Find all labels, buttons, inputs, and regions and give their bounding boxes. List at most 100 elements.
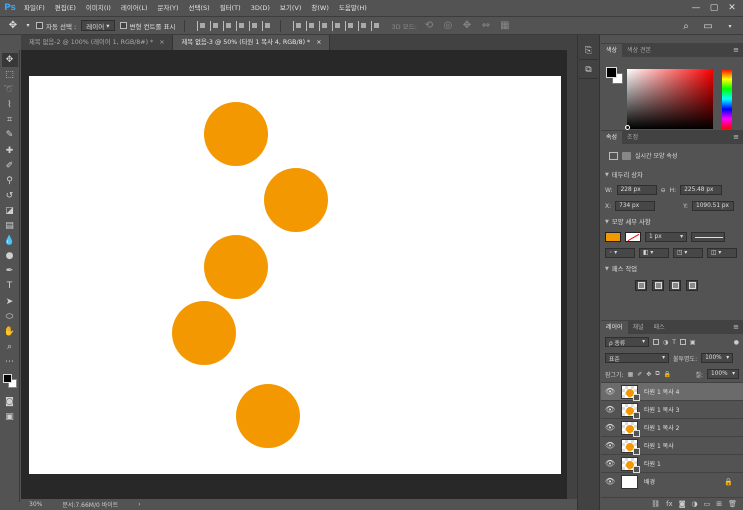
link-layers-icon[interactable]: ⛓ [651, 500, 660, 508]
layer-name[interactable]: 타원 1 복사 3 [644, 405, 679, 414]
auto-align-icon[interactable] [370, 20, 381, 31]
align-top-icon[interactable] [196, 20, 207, 31]
3d-pan-icon[interactable]: ✥ [460, 19, 474, 33]
filter-pixel-icon[interactable] [653, 339, 659, 345]
document-tab-1[interactable]: 제목 없음-2 @ 100% (레이어 1, RGB/8#) * × [21, 35, 174, 50]
layer-name[interactable]: 타원 1 복사 4 [644, 387, 679, 396]
close-button[interactable]: ✕ [723, 3, 741, 13]
gradient-tool-icon[interactable]: ▤ [2, 219, 18, 233]
align-left-icon[interactable] [235, 20, 246, 31]
menu-image[interactable]: 이미지(I) [81, 0, 116, 16]
layer-row[interactable]: 👁 배경 🔒 [601, 472, 743, 490]
new-layer-icon[interactable]: ⊞ [716, 500, 722, 508]
shape-detail-section[interactable]: ▼ 모양 세부 사항 [601, 214, 743, 229]
new-adjustment-icon[interactable]: ◑ [692, 500, 698, 508]
zoom-tool-icon[interactable]: ⌕ [2, 340, 18, 354]
menu-file[interactable]: 파일(F) [19, 0, 50, 16]
panel-menu-icon[interactable]: ≡ [733, 44, 743, 57]
stroke-corner-dropdown[interactable]: ◳ ▾ [673, 248, 703, 258]
layer-row[interactable]: 👁 타원 1 복사 4 [601, 382, 743, 401]
combine-shapes-icon[interactable] [635, 280, 647, 291]
ellipse-shape-3[interactable] [204, 235, 268, 299]
ellipse-shape-1[interactable] [204, 102, 268, 166]
quick-select-tool-icon[interactable]: ⌇ [2, 98, 18, 112]
fill-color-swatch[interactable] [605, 232, 621, 242]
layer-row[interactable]: 👁 타원 1 [601, 454, 743, 473]
add-mask-icon[interactable]: ◙ [679, 500, 686, 508]
auto-select-checkbox[interactable]: 자동 선택 : [36, 21, 76, 31]
healing-brush-tool-icon[interactable]: ✚ [2, 144, 18, 158]
blur-tool-icon[interactable]: 💧 [2, 234, 18, 248]
opacity-field[interactable]: 100% ▾ [701, 353, 734, 363]
menu-edit[interactable]: 편집(E) [50, 0, 81, 16]
fill-field[interactable]: 100% ▾ [707, 369, 739, 379]
eraser-tool-icon[interactable]: ◪ [2, 204, 18, 218]
pathfinder-section[interactable]: ▼ 패스 작업 [601, 261, 743, 276]
tab-swatches[interactable]: 색상 견본 [622, 44, 656, 57]
stroke-align-dropdown[interactable]: ◦ ▾ [605, 248, 635, 258]
layer-row[interactable]: 👁 타원 1 복사 [601, 436, 743, 455]
foreground-color-swatch[interactable] [2, 373, 12, 383]
width-field[interactable]: 228 px [616, 185, 657, 195]
move-tool-icon[interactable]: ✥ [6, 19, 20, 33]
3d-scale-icon[interactable]: ▦ [498, 19, 512, 33]
stroke-type-dropdown[interactable] [691, 232, 725, 242]
properties-panel-icon[interactable]: ⧉ [579, 62, 598, 79]
history-panel-icon[interactable]: ⎘ [579, 43, 598, 60]
lock-all-icon[interactable]: 🔒 [664, 371, 671, 378]
layer-kind-filter[interactable]: ρ 종류 ▾ [605, 337, 649, 347]
zoom-level[interactable]: 30% [29, 501, 42, 508]
distribute-hcenter-icon[interactable] [344, 20, 355, 31]
color-swatches[interactable] [2, 373, 18, 389]
menu-filter[interactable]: 필터(T) [215, 0, 246, 16]
search-icon[interactable]: ⌕ [679, 19, 693, 33]
subtract-shapes-icon[interactable] [652, 280, 664, 291]
menu-3d[interactable]: 3D(D) [246, 0, 275, 16]
height-field[interactable]: 225.48 px [680, 185, 723, 195]
blend-mode-dropdown[interactable]: 표준 ▾ [605, 353, 669, 363]
tab-adjustments[interactable]: 조정 [622, 131, 643, 144]
align-right-icon[interactable] [261, 20, 272, 31]
layer-name[interactable]: 타원 1 [644, 459, 661, 468]
visibility-eye-icon[interactable]: 👁 [604, 423, 616, 432]
lock-position-icon[interactable]: ✥ [646, 371, 651, 378]
menu-type[interactable]: 문자(Y) [153, 0, 184, 16]
exclude-shapes-icon[interactable] [686, 280, 698, 291]
align-hcenter-icon[interactable] [248, 20, 259, 31]
restore-button[interactable]: ▢ [705, 3, 723, 13]
link-icon[interactable]: ⊖ [661, 187, 666, 194]
screen-mode-icon[interactable]: ▣ [2, 410, 18, 424]
ellipse-shape-2[interactable] [264, 168, 328, 232]
type-tool-icon[interactable]: T [2, 279, 18, 293]
distribute-bottom-icon[interactable] [318, 20, 329, 31]
filter-adjustment-icon[interactable]: ◑ [663, 339, 668, 346]
layer-name[interactable]: 타원 1 복사 2 [644, 423, 679, 432]
layer-style-icon[interactable]: fx [666, 500, 673, 508]
stroke-color-swatch[interactable] [625, 232, 641, 242]
delete-layer-icon[interactable]: 🗑 [728, 500, 737, 508]
tab-channels[interactable]: 채널 [628, 321, 649, 334]
workspace-icon[interactable]: ▭ [701, 19, 715, 33]
distribute-left-icon[interactable] [331, 20, 342, 31]
menu-layer[interactable]: 레이어(L) [116, 0, 153, 16]
minimize-button[interactable]: — [687, 3, 705, 13]
filter-toggle-icon[interactable]: ● [734, 339, 739, 346]
ellipse-tool-icon[interactable]: ⬭ [2, 310, 18, 324]
pen-tool-icon[interactable]: ✒ [2, 264, 18, 278]
layer-name[interactable]: 타원 1 복사 [644, 441, 674, 450]
move-tool-icon[interactable]: ✥ [1, 53, 18, 67]
filter-shape-icon[interactable] [679, 339, 686, 345]
tab-color[interactable]: 색상 [601, 44, 623, 57]
more-tools-icon[interactable]: ⋯ [2, 355, 18, 369]
lasso-tool-icon[interactable]: ➰ [2, 83, 18, 97]
path-select-tool-icon[interactable]: ➤ [2, 295, 18, 309]
stroke-cap-dropdown[interactable]: ◧ ▾ [639, 248, 669, 258]
menu-window[interactable]: 창(W) [306, 0, 333, 16]
align-bottom-icon[interactable] [222, 20, 233, 31]
layer-row[interactable]: 👁 타원 1 복사 2 [601, 418, 743, 437]
3d-roll-icon[interactable]: ◎ [441, 19, 455, 33]
stroke-width-field[interactable]: 1 px ▾ [645, 232, 687, 242]
visibility-eye-icon[interactable]: 👁 [604, 477, 616, 486]
filter-type-icon[interactable]: T [672, 339, 676, 346]
status-arrow-icon[interactable]: › [138, 501, 140, 508]
